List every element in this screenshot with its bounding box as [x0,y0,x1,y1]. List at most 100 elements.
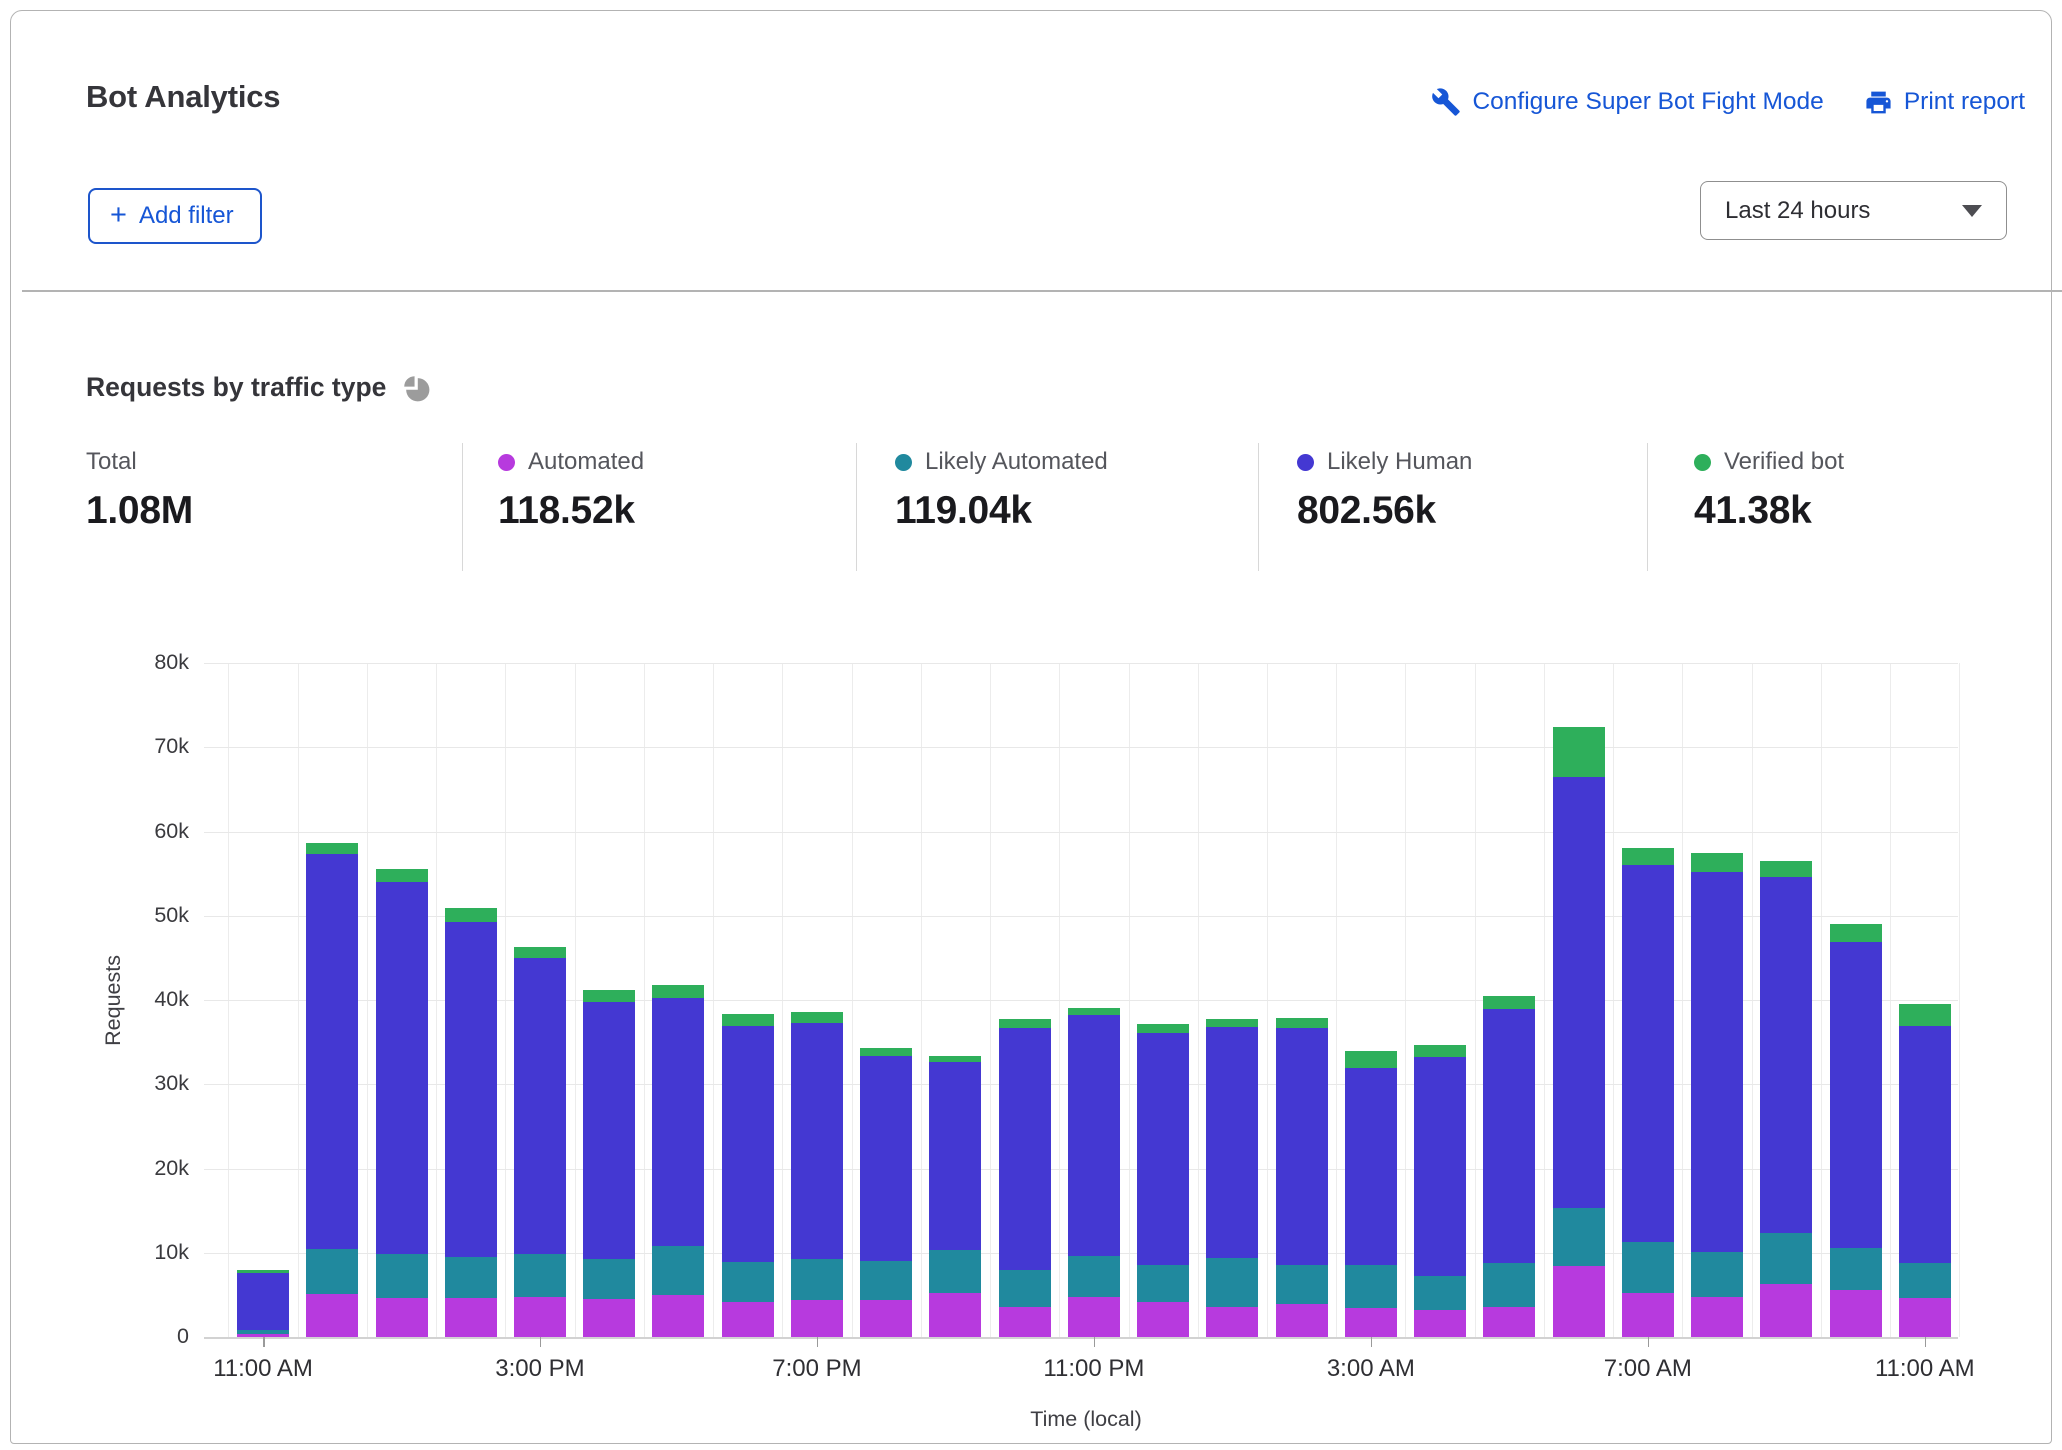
bar-segment-likely-human [445,922,497,1257]
stacked-bar-9-00-am [1760,861,1812,1337]
bar-segment-verified-bot [652,985,704,998]
bar-segment-automated [999,1307,1051,1337]
bar-segment-verified-bot [1276,1018,1328,1028]
stat-total: Total1.08M [86,441,193,533]
bar-segment-verified-bot [999,1019,1051,1028]
horizontal-gridline [204,832,1958,833]
vertical-gridline [1544,663,1545,1337]
add-filter-button[interactable]: + Add filter [88,188,262,244]
stacked-bar-6-00-pm [722,1014,774,1337]
bar-segment-likely-human [1206,1027,1258,1258]
bar-segment-verified-bot [1137,1024,1189,1033]
stat-automated: Automated 118.52k [498,441,644,533]
stacked-bar-8-00-am [1691,853,1743,1337]
vertical-gridline [1682,663,1683,1337]
bar-segment-verified-bot [237,1270,289,1273]
vertical-gridline [1059,663,1060,1337]
stacked-bar-11-00-pm [1068,1008,1120,1337]
bar-segment-likely-human [514,958,566,1254]
vertical-gridline [436,663,437,1337]
bar-segment-verified-bot [514,947,566,958]
vertical-gridline [1336,663,1337,1337]
bar-segment-likely-human [1345,1068,1397,1265]
bar-segment-likely-human [1553,777,1605,1208]
y-tick-label: 40k [81,987,189,1012]
horizontal-gridline [204,747,1958,748]
bar-segment-verified-bot [1691,853,1743,872]
stat-divider [856,443,857,571]
bar-segment-likely-human [860,1056,912,1261]
bar-segment-likely-automated [1414,1276,1466,1310]
vertical-gridline [367,663,368,1337]
stat-divider [462,443,463,571]
bar-segment-verified-bot [1414,1045,1466,1057]
bar-segment-likely-automated [1622,1242,1674,1293]
vertical-gridline [228,663,229,1337]
bar-segment-likely-human [1276,1028,1328,1265]
y-tick-label: 70k [81,734,189,759]
stacked-bar-11-00-am [1899,1004,1951,1337]
bar-segment-likely-automated [1760,1233,1812,1284]
bar-segment-automated [722,1302,774,1337]
vertical-gridline [1267,663,1268,1337]
bar-segment-automated [583,1299,635,1337]
bar-segment-likely-human [1760,877,1812,1233]
bot-analytics-card: Bot Analytics Configure Super Bot Fight … [10,10,2052,1444]
y-tick-label: 80k [81,650,189,675]
stacked-bar-4-00-pm [583,990,635,1337]
y-tick-label: 10k [81,1240,189,1265]
vertical-gridline [782,663,783,1337]
bar-segment-likely-automated [722,1262,774,1302]
bar-segment-likely-human [1899,1026,1951,1263]
x-axis-title: Time (local) [976,1407,1196,1432]
bar-segment-likely-human [999,1028,1051,1270]
x-axis-line [204,1337,1958,1339]
stat-value: 802.56k [1297,489,1472,533]
stacked-bar-10-00-pm [999,1019,1051,1337]
printer-icon [1864,88,1893,117]
bar-segment-automated [376,1298,428,1337]
bar-segment-verified-bot [445,908,497,922]
vertical-gridline [713,663,714,1337]
vertical-gridline [1475,663,1476,1337]
bar-segment-likely-automated [1068,1256,1120,1297]
bar-segment-likely-automated [1899,1263,1951,1298]
configure-super-bot-fight-mode-link[interactable]: Configure Super Bot Fight Mode [1431,87,1823,117]
bar-segment-verified-bot [722,1014,774,1026]
pie-chart-icon [401,371,432,404]
vertical-gridline [644,663,645,1337]
horizontal-gridline [204,1169,1958,1170]
x-tick-mark [1648,1337,1650,1347]
legend-dot-icon [498,454,515,471]
x-tick-label: 7:00 AM [1558,1355,1738,1383]
y-tick-label: 30k [81,1071,189,1096]
stacked-bar-8-00-pm [860,1048,912,1337]
bar-segment-likely-human [376,882,428,1254]
stacked-bar-3-00-am [1345,1051,1397,1337]
vertical-gridline [575,663,576,1337]
bar-segment-verified-bot [860,1048,912,1056]
bar-segment-likely-human [1622,865,1674,1242]
stat-label-text: Automated [528,448,644,476]
stacked-bar-3-00-pm [514,947,566,1337]
x-tick-mark [817,1337,819,1347]
bar-segment-automated [652,1295,704,1337]
traffic-type-stats: Total1.08MAutomated118.52kLikely Automat… [86,441,2011,573]
stat-verified-bot: Verified bot41.38k [1694,441,1844,533]
bar-segment-likely-automated [999,1270,1051,1307]
bar-segment-likely-automated [1276,1265,1328,1304]
stat-value: 118.52k [498,489,644,533]
y-tick-label: 50k [81,903,189,928]
stat-value: 1.08M [86,489,193,533]
bar-segment-verified-bot [376,869,428,882]
stat-label: Automated [498,447,644,477]
bar-segment-verified-bot [1206,1019,1258,1027]
add-filter-label: Add filter [139,202,234,230]
bar-segment-likely-automated [306,1249,358,1294]
bar-segment-likely-automated [237,1330,289,1334]
print-report-link[interactable]: Print report [1864,88,2025,117]
legend-dot-icon [1694,454,1711,471]
y-tick-label: 0 [81,1324,189,1349]
time-range-dropdown[interactable]: Last 24 hours [1700,181,2007,240]
y-tick-label: 60k [81,819,189,844]
